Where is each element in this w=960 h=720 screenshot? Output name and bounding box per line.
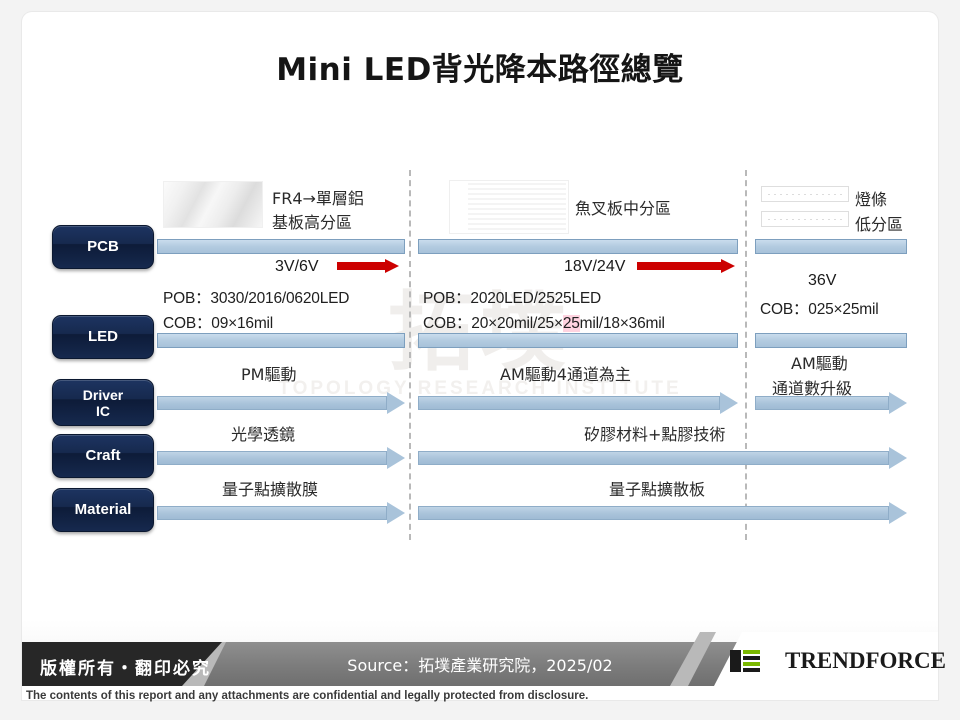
red-arrow-col2 [637,259,737,273]
category-label-ic: IC [96,402,110,419]
driver-label-col3-line1: AM驅動 [791,354,848,373]
light-bar-dots-a [768,194,842,195]
pcb-caption-col1-line1: FR4→單層鋁 [272,189,364,208]
material-arrow-col23 [418,502,907,524]
material-arrow-shaft-2 [418,506,889,520]
pcb-photo-col1 [163,181,263,228]
category-label-material: Material [74,501,132,518]
voltage-col2: 18V/24V [564,258,626,275]
driver-arrow-head-3 [889,392,907,414]
pcb-caption-col3-line2: 低分區 [855,215,904,234]
voltage-col3: 36V [808,272,837,289]
voltage-col1: 3V/6V [275,258,319,275]
led-cob-col2-a: COB：20×20mil/25× [423,315,563,332]
category-pill-material[interactable]: Material [52,488,154,532]
driver-arrow-col1 [157,392,405,414]
driver-label-col1: PM驅動 [241,365,297,384]
red-arrow-shaft-1 [337,262,385,270]
craft-arrow-shaft-1 [157,451,387,465]
led-cob-col2-b: mil/18×36mil [579,315,665,332]
column-divider-1 [409,170,411,540]
red-arrow-shaft-2 [637,262,721,270]
category-label-led: LED [88,328,118,345]
led-cob-col1: COB：09×16mil [163,315,274,332]
craft-arrow-col23 [418,447,907,469]
pcb-bar-col2 [418,239,738,254]
pcb-bar-col1 [157,239,405,254]
driver-label-col3-line2: 通道數升級 [772,379,853,398]
category-label-pcb: PCB [87,238,119,255]
trendforce-logo-icon [730,650,760,672]
fishbone-board-photo-col2 [449,180,569,234]
driver-arrow-shaft-1 [157,396,387,410]
craft-label-col1: 光學透鏡 [231,425,296,444]
material-arrow-shaft-1 [157,506,387,520]
category-label-driver: Driver [82,386,124,403]
fishbone-stripes [468,183,566,231]
material-label-col1: 量子點擴散膜 [222,480,319,499]
craft-arrow-head-1 [387,447,405,469]
driver-arrow-col2 [418,392,738,414]
pcb-caption-col1-line2: 基板高分區 [272,213,353,232]
driver-label-col2: AM驅動4通道為主 [500,365,631,384]
material-arrow-head-2 [889,502,907,524]
red-arrow-head-2 [721,259,735,273]
category-pill-led[interactable]: LED [52,315,154,359]
column-divider-2 [745,170,747,540]
trendforce-brand-text: TRENDFORCE [784,648,946,673]
led-pob-col1: POB：3030/2016/0620LED [163,290,350,307]
category-label-craft: Craft [85,447,121,464]
pcb-caption-col3-line1: 燈條 [855,190,888,209]
red-arrow-col1 [337,259,399,273]
light-bar-dots-b [768,219,842,220]
driver-arrow-head-2 [720,392,738,414]
material-label-col2: 量子點擴散板 [609,480,706,499]
craft-arrow-shaft-2 [418,451,889,465]
led-pob-col2: POB：2020LED/2525LED [423,290,602,307]
led-cob-col3: COB：025×25mil [760,301,879,318]
light-bar-photo-col3-a [761,186,849,202]
pcb-bar-col3 [755,239,907,254]
led-bar-col3 [755,333,907,348]
driver-arrow-shaft-2 [418,396,720,410]
led-bar-col2 [418,333,738,348]
red-arrow-head-1 [385,259,399,273]
footer-disclaimer: The contents of this report and any atta… [26,690,589,702]
craft-label-col2: 矽膠材料+點膠技術 [584,425,726,444]
material-arrow-head-1 [387,502,405,524]
driver-arrow-head-1 [387,392,405,414]
craft-arrow-col1 [157,447,405,469]
material-arrow-col1 [157,502,405,524]
category-pill-craft[interactable]: Craft [52,434,154,478]
led-cob-col2-highlight: 25 [562,315,580,332]
pcb-caption-col2: 魚叉板中分區 [575,199,672,218]
category-pill-driver-ic[interactable]: Driver IC [52,379,154,426]
led-bar-col1 [157,333,405,348]
category-pill-pcb[interactable]: PCB [52,225,154,269]
light-bar-photo-col3-b [761,211,849,227]
craft-arrow-head-2 [889,447,907,469]
page-title: Mini LED背光降本路徑總覽 [276,52,684,88]
slide-canvas: 拓墣 TOPOLOGY RESEARCH INSTITUTE Mini LED背… [0,0,960,720]
led-cob-col2: COB：20×20mil/25×25mil/18×36mil [423,311,665,333]
